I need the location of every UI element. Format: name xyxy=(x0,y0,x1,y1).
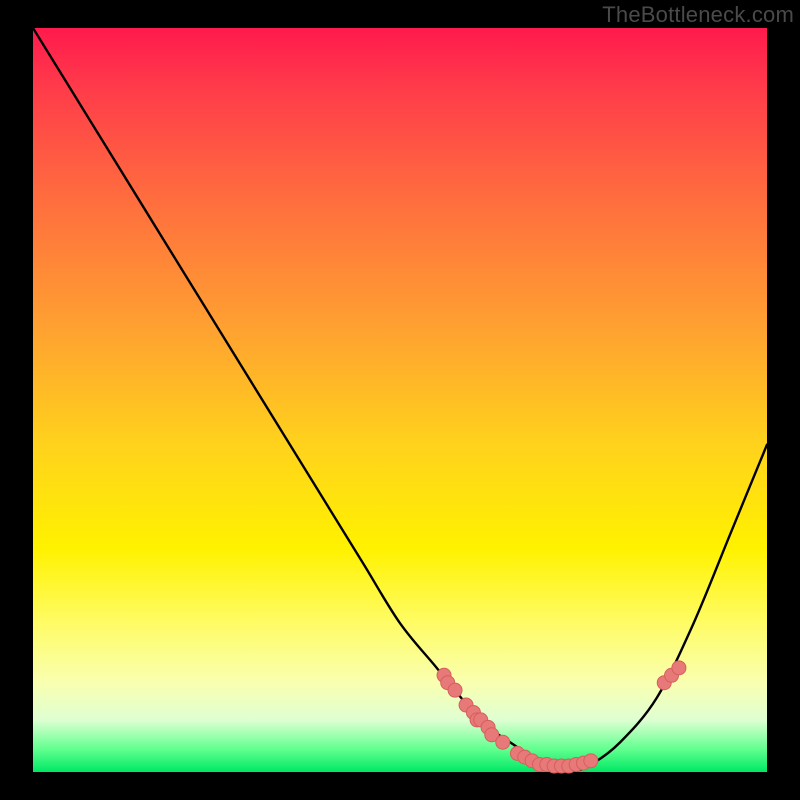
chart-frame: TheBottleneck.com xyxy=(0,0,800,800)
curve-marker xyxy=(672,661,686,675)
watermark-label: TheBottleneck.com xyxy=(602,2,794,28)
chart-plot-area xyxy=(33,28,767,772)
curve-marker xyxy=(448,683,462,697)
curve-markers xyxy=(437,661,686,773)
curve-marker xyxy=(584,754,598,768)
bottleneck-curve xyxy=(33,28,767,772)
curve-marker xyxy=(496,735,510,749)
chart-svg xyxy=(33,28,767,772)
